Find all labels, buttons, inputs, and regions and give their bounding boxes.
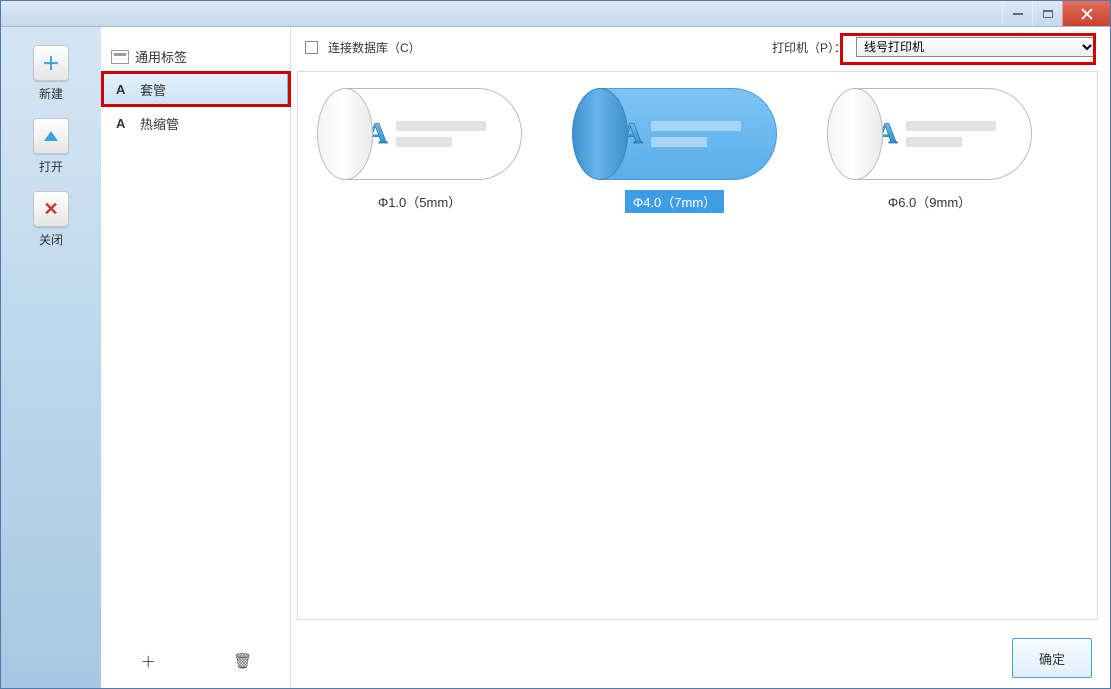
confirm-button[interactable]: 确定 <box>1012 638 1092 678</box>
minimize-icon <box>1013 13 1023 15</box>
printer-select[interactable]: 线号打印机 <box>856 37 1096 57</box>
category-item-sleeve[interactable]: A 套管 <box>103 73 288 106</box>
category-item-label: 热缩管 <box>140 114 179 133</box>
add-category-button[interactable]: ＋ <box>139 652 157 670</box>
label-icon <box>111 50 129 64</box>
template-gallery: A Φ1.0（5mm） A Φ4.0（7mm） A <box>297 71 1098 620</box>
close-icon <box>1081 8 1093 20</box>
template-card[interactable]: A Φ4.0（7mm） <box>567 88 782 213</box>
glyph-icon: A <box>116 82 130 97</box>
open-label: 打开 <box>39 158 63 175</box>
template-label: Φ6.0（9mm） <box>880 190 979 213</box>
category-item-heatshrink[interactable]: A 热缩管 <box>103 107 288 140</box>
printer-label: 打印机（P）： <box>772 39 846 56</box>
db-label: 连接数据库（C） <box>328 39 421 56</box>
titlebar <box>1 1 1110 27</box>
category-header: 通用标签 <box>101 45 290 72</box>
category-header-text: 通用标签 <box>135 47 187 66</box>
open-icon <box>33 118 69 154</box>
toolbar: 连接数据库（C） 打印机（P）： 线号打印机 <box>291 27 1110 67</box>
delete-category-button[interactable]: 🗑 <box>234 652 252 670</box>
add-icon: ＋ <box>141 651 156 672</box>
glyph-icon: A <box>116 116 130 131</box>
maximize-icon <box>1043 10 1053 18</box>
new-label: 新建 <box>39 85 63 102</box>
template-label: Φ4.0（7mm） <box>625 190 724 213</box>
main-panel: 连接数据库（C） 打印机（P）： 线号打印机 A Φ1.0（5mm） <box>291 27 1110 688</box>
footer: 确定 <box>291 628 1110 688</box>
close-window-button[interactable] <box>1062 1 1110 26</box>
open-button[interactable]: 打开 <box>21 118 81 175</box>
category-item-label: 套管 <box>140 80 166 99</box>
plus-icon: ＋ <box>33 45 69 81</box>
template-card[interactable]: A Φ1.0（5mm） <box>312 88 527 213</box>
app-window: ＋ 新建 打开 ✕ 关闭 通用标签 A 套管 A <box>0 0 1111 689</box>
trash-icon: 🗑 <box>233 652 252 670</box>
category-panel: 通用标签 A 套管 A 热缩管 ＋ 🗑 <box>101 27 291 688</box>
close-button[interactable]: ✕ 关闭 <box>21 191 81 248</box>
template-card[interactable]: A Φ6.0（9mm） <box>822 88 1037 213</box>
left-strip: ＋ 新建 打开 ✕ 关闭 <box>1 27 101 688</box>
close-label: 关闭 <box>39 231 63 248</box>
minimize-button[interactable] <box>1002 1 1032 26</box>
x-icon: ✕ <box>33 191 69 227</box>
maximize-button[interactable] <box>1032 1 1062 26</box>
new-button[interactable]: ＋ 新建 <box>21 45 81 102</box>
db-checkbox[interactable] <box>305 41 318 54</box>
template-label: Φ1.0（5mm） <box>370 190 469 213</box>
